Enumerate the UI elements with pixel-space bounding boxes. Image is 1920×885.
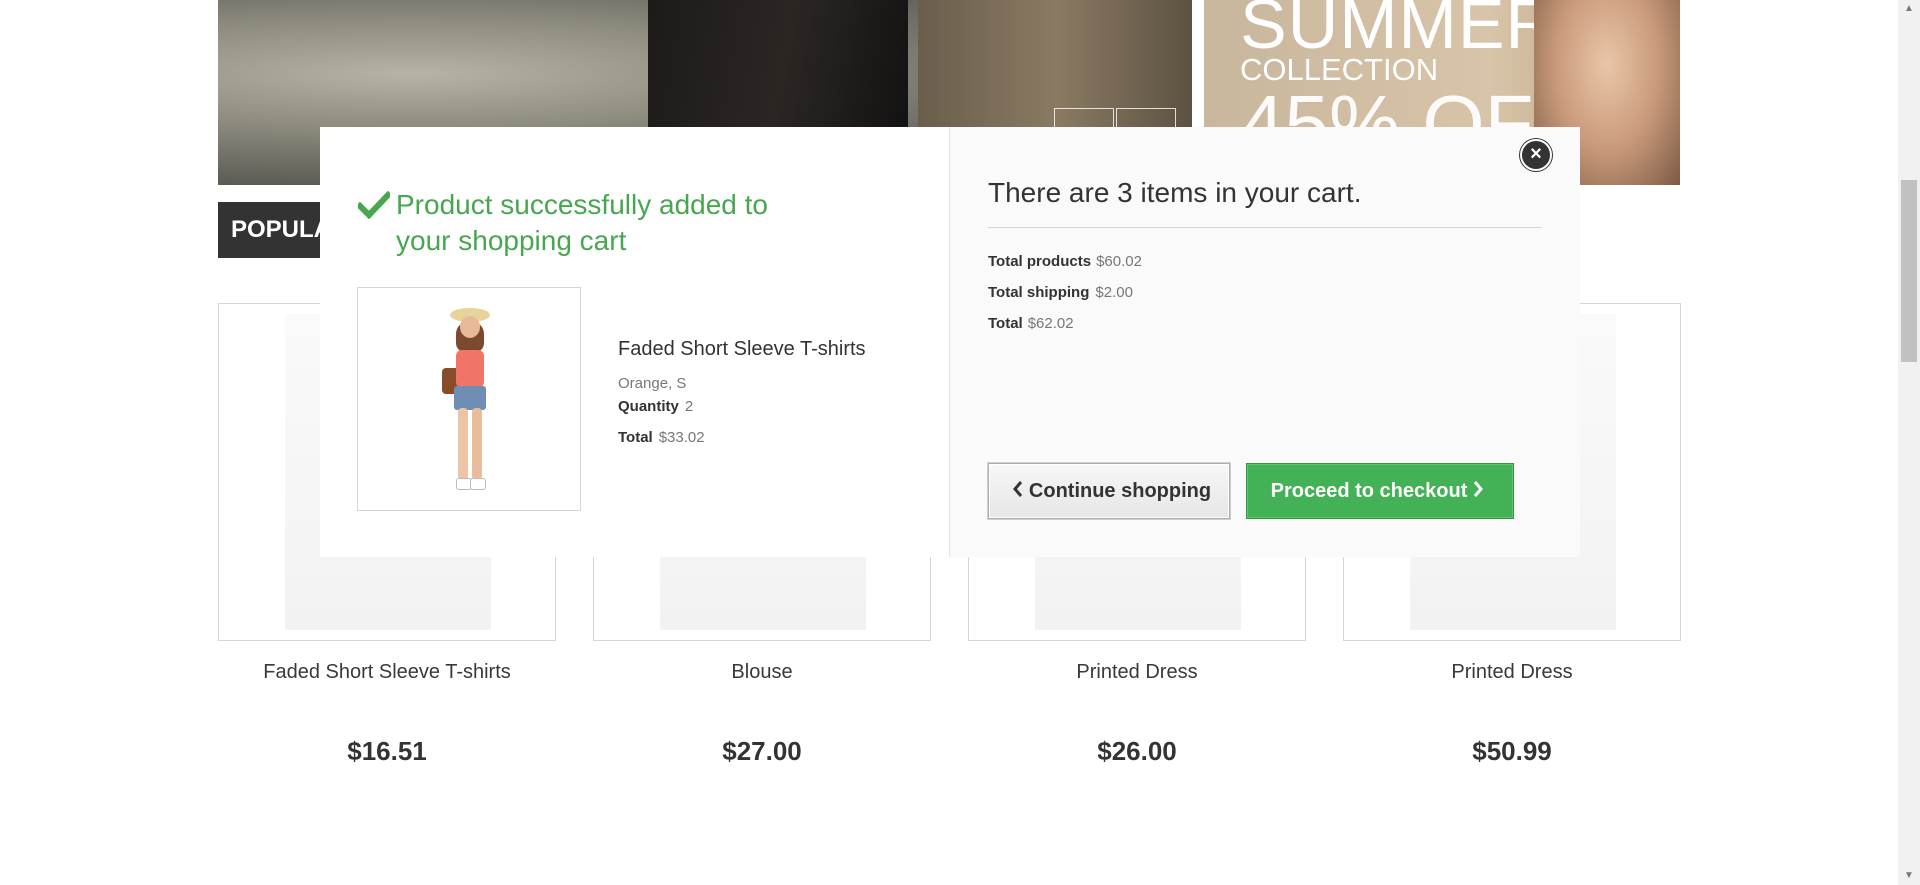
summary-total-value: $62.02: [1027, 315, 1074, 332]
summary-shipping-label: Total shipping: [988, 284, 1090, 301]
added-product-quantity: Quantity 2: [618, 398, 693, 415]
proceed-to-checkout-button[interactable]: Proceed to checkout: [1246, 463, 1514, 519]
success-message: Product successfully added to your shopp…: [355, 187, 778, 259]
continue-shopping-label: Continue shopping: [1028, 479, 1212, 502]
scroll-up-arrow-icon[interactable]: ▲: [1898, 0, 1920, 18]
close-icon[interactable]: ×: [1520, 139, 1552, 171]
product-price: $26.00: [1097, 736, 1177, 766]
checkout-label: Proceed to checkout: [1270, 479, 1468, 502]
product-price: $27.00: [722, 736, 802, 766]
added-product-panel: Product successfully added to your shopp…: [320, 127, 950, 557]
added-product-image: [357, 287, 581, 511]
scrollbar-thumb[interactable]: [1901, 180, 1917, 362]
product-price: $50.99: [1472, 736, 1552, 766]
quantity-label: Quantity: [618, 398, 679, 415]
product-total-label: Total: [618, 429, 653, 446]
scroll-down-arrow-icon[interactable]: ▼: [1898, 867, 1920, 885]
product-name[interactable]: Printed Dress: [1343, 661, 1681, 685]
chevron-right-icon: [1473, 480, 1484, 503]
quantity-value: 2: [684, 398, 694, 415]
product-name[interactable]: Printed Dress: [968, 661, 1306, 685]
summary-shipping: Total shipping $2.00: [988, 284, 1133, 301]
checkmark-icon: [355, 190, 396, 259]
summary-products-value: $60.02: [1096, 253, 1142, 270]
divider: [988, 227, 1542, 228]
chevron-left-icon: [1012, 480, 1023, 503]
product-total-value: $33.02: [658, 429, 705, 446]
summary-total: Total $62.02: [988, 315, 1074, 332]
product-name[interactable]: Blouse: [593, 661, 931, 685]
summary-shipping-value: $2.00: [1095, 284, 1133, 301]
continue-shopping-button[interactable]: Continue shopping: [988, 463, 1230, 519]
added-product-name: Faded Short Sleeve T-shirts: [618, 338, 866, 360]
summary-products: Total products $60.02: [988, 253, 1142, 270]
success-text: Product successfully added to your shopp…: [396, 189, 768, 256]
vertical-scrollbar[interactable]: ▲ ▼: [1898, 0, 1920, 885]
added-product-attributes: Orange, S: [618, 375, 687, 392]
summary-products-label: Total products: [988, 253, 1092, 270]
added-product-total: Total $33.02: [618, 429, 705, 446]
summary-total-label: Total: [988, 315, 1023, 332]
product-name[interactable]: Faded Short Sleeve T-shirts: [218, 661, 556, 685]
cart-summary-panel: × There are 3 items in your cart. Total …: [950, 127, 1580, 557]
product-price: $16.51: [347, 736, 427, 766]
add-to-cart-modal: Product successfully added to your shopp…: [320, 127, 1580, 557]
cart-count-text: There are 3 items in your cart.: [988, 177, 1362, 208]
